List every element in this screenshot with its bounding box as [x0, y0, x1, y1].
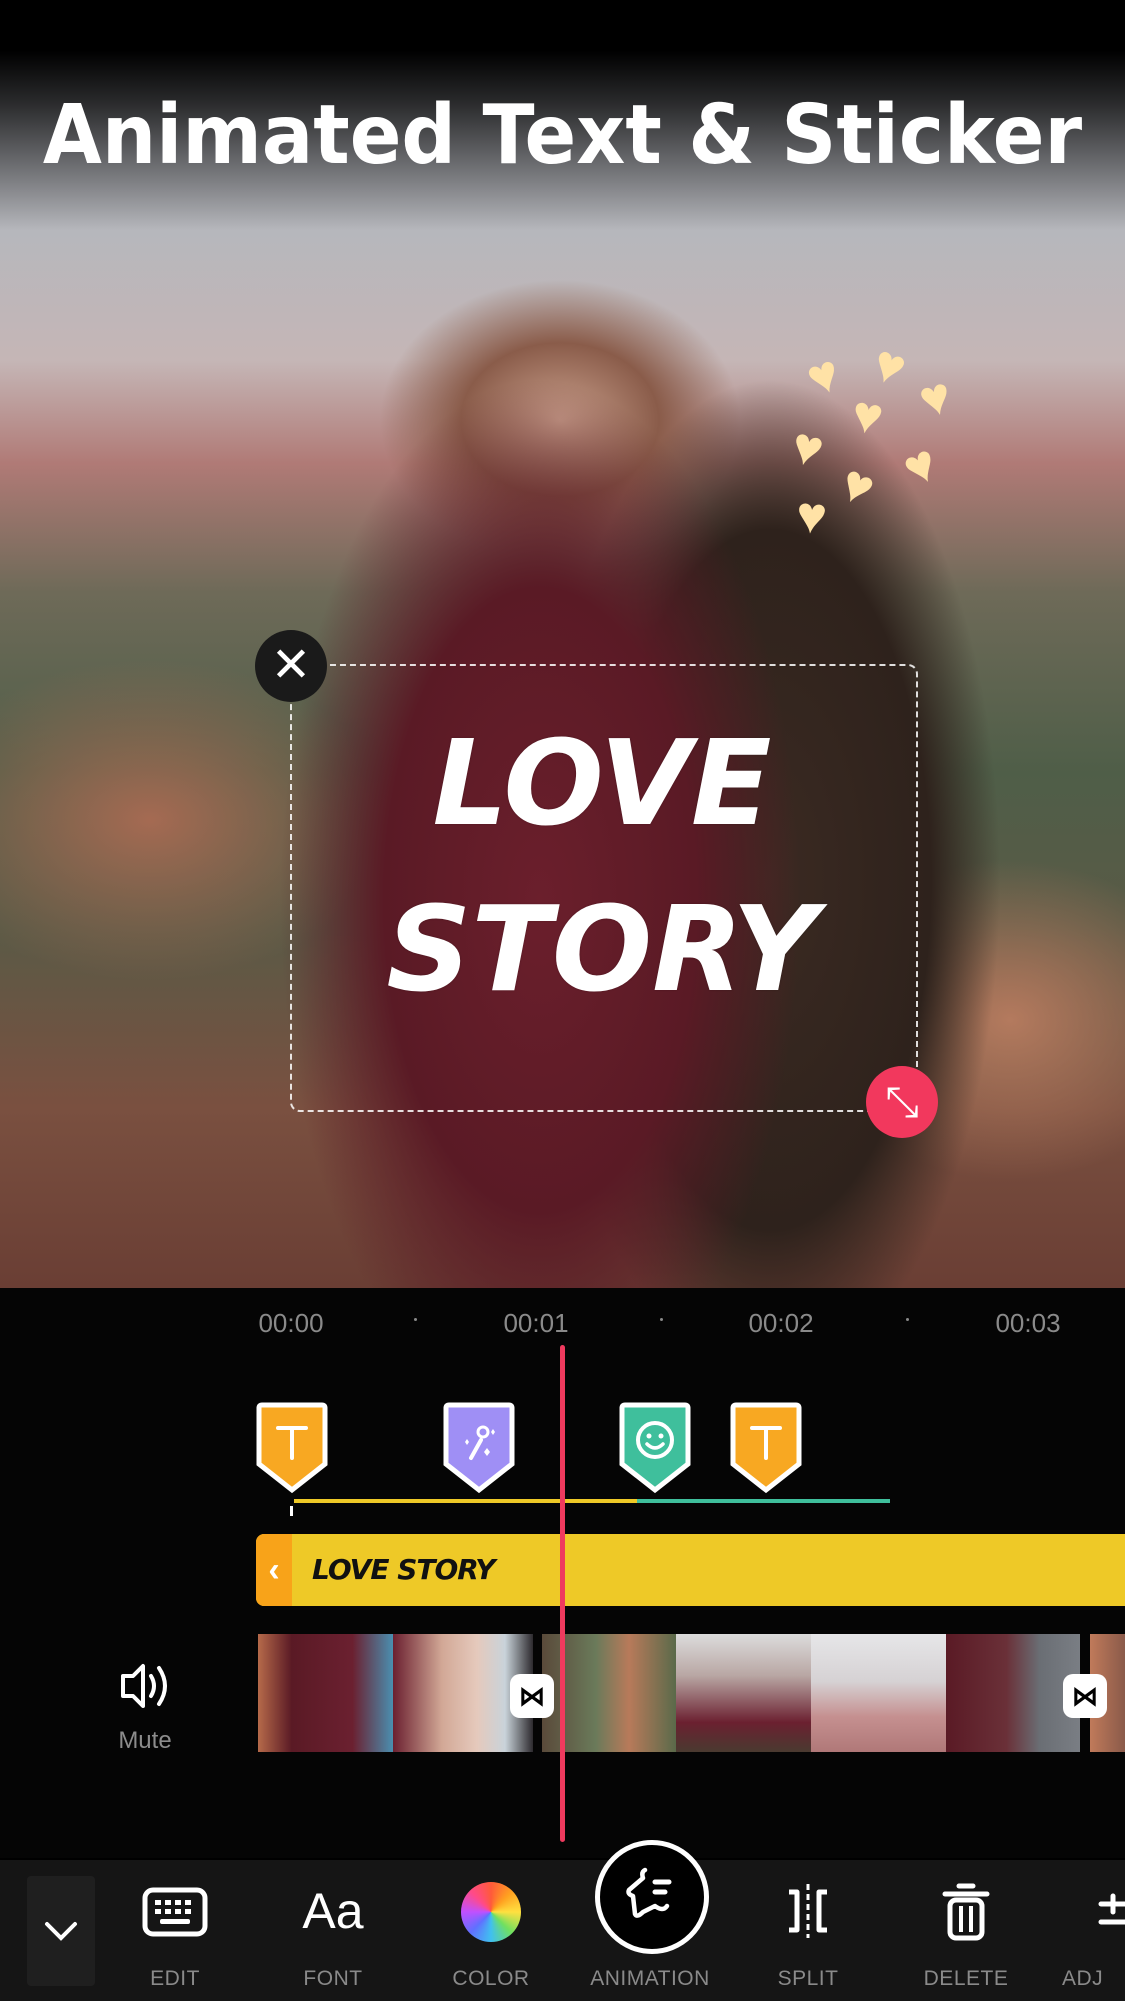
- collapse-button[interactable]: [27, 1876, 95, 1986]
- resize-handle-icon[interactable]: ⤡: [866, 1066, 938, 1138]
- ruler-label: 00:01: [503, 1308, 569, 1338]
- heart-icon: ♥: [913, 365, 958, 431]
- heart-icon: ♥: [831, 453, 884, 519]
- video-clip[interactable]: [258, 1634, 533, 1752]
- keyframe-line-sticker: [637, 1499, 890, 1503]
- heart-icon: ♥: [799, 343, 848, 409]
- tool-label: COLOR: [452, 1967, 530, 1990]
- mute-label: Mute: [118, 1727, 172, 1754]
- clip-thumbnail: [811, 1634, 946, 1752]
- split-icon: [789, 1884, 827, 1938]
- text-track-label: LOVE STORY: [312, 1553, 496, 1586]
- marker-text[interactable]: [256, 1402, 328, 1494]
- color-wheel-icon: [461, 1882, 521, 1942]
- ruler-label: 00:03: [995, 1308, 1061, 1338]
- video-preview[interactable]: Animated Text & Sticker ♥ ♥ ♥ ♥ ♥ ♥ ♥ ♥ …: [0, 0, 1125, 1288]
- tool-adjust[interactable]: ADJ: [1054, 1860, 1125, 2001]
- keyframe-line-text: [294, 1499, 637, 1503]
- bottom-toolbar: EDIT Aa FONT COLOR ANIMATION SPLIT DELET…: [0, 1840, 1125, 2001]
- heart-icon: ♥: [785, 415, 830, 481]
- tool-label: ANIMATION: [590, 1967, 710, 1990]
- marker-effect[interactable]: [443, 1402, 515, 1494]
- ruler-label: 00:00: [258, 1308, 324, 1338]
- adjust-icon: [1098, 1893, 1125, 1925]
- keyboard-icon: [142, 1887, 208, 1937]
- tool-color[interactable]: COLOR: [421, 1860, 561, 2001]
- promo-title: Animated Text & Sticker: [42, 88, 1083, 183]
- tool-label: SPLIT: [777, 1967, 839, 1990]
- video-clip[interactable]: [542, 1634, 1080, 1752]
- tool-label: EDIT: [150, 1967, 200, 1990]
- heart-icon: ♥: [847, 384, 888, 448]
- ruler-dot: [414, 1318, 417, 1321]
- animation-star-icon: [626, 1867, 672, 1918]
- marker-sticker[interactable]: [619, 1402, 691, 1494]
- chevron-left-icon[interactable]: ‹: [256, 1534, 292, 1606]
- trash-icon: [942, 1883, 990, 1941]
- clip-thumbnail: [946, 1634, 1080, 1752]
- overlay-text-line1: LOVE: [432, 714, 772, 852]
- overlay-text[interactable]: LOVE STORY: [290, 700, 914, 1032]
- tool-label: ADJ: [1062, 1967, 1104, 1990]
- tool-split[interactable]: SPLIT: [738, 1860, 878, 2001]
- clip-thumbnail: [676, 1634, 811, 1752]
- close-icon[interactable]: ✕: [255, 630, 327, 702]
- clip-thumbnail: [258, 1634, 393, 1752]
- speaker-icon: [121, 1664, 167, 1708]
- transition-icon[interactable]: ⋈: [1063, 1674, 1107, 1718]
- text-track[interactable]: ‹ LOVE STORY: [256, 1534, 1125, 1606]
- heart-icon: ♥: [894, 433, 947, 499]
- hearts-sticker[interactable]: ♥ ♥ ♥ ♥ ♥ ♥ ♥ ♥: [780, 300, 1000, 547]
- transition-icon[interactable]: ⋈: [510, 1674, 554, 1718]
- overlay-text-line2: STORY: [386, 880, 818, 1018]
- tool-edit[interactable]: EDIT: [105, 1860, 245, 2001]
- playhead[interactable]: [560, 1345, 565, 1842]
- mute-button[interactable]: Mute: [100, 1656, 190, 1755]
- tool-font[interactable]: Aa FONT: [263, 1860, 403, 2001]
- ruler-dot: [906, 1318, 909, 1321]
- tool-animation[interactable]: ANIMATION: [580, 1840, 720, 2001]
- ruler-dot: [660, 1318, 663, 1321]
- start-tick: [290, 1506, 293, 1516]
- tool-label: FONT: [303, 1967, 363, 1990]
- ruler-label: 00:02: [748, 1308, 814, 1338]
- heart-icon: ♥: [793, 485, 830, 547]
- tool-delete[interactable]: DELETE: [896, 1860, 1036, 2001]
- font-aa-icon: Aa: [302, 1883, 364, 1939]
- chevron-down-icon: [45, 1922, 77, 1941]
- marker-text[interactable]: [730, 1402, 802, 1494]
- tool-label: DELETE: [923, 1967, 1009, 1990]
